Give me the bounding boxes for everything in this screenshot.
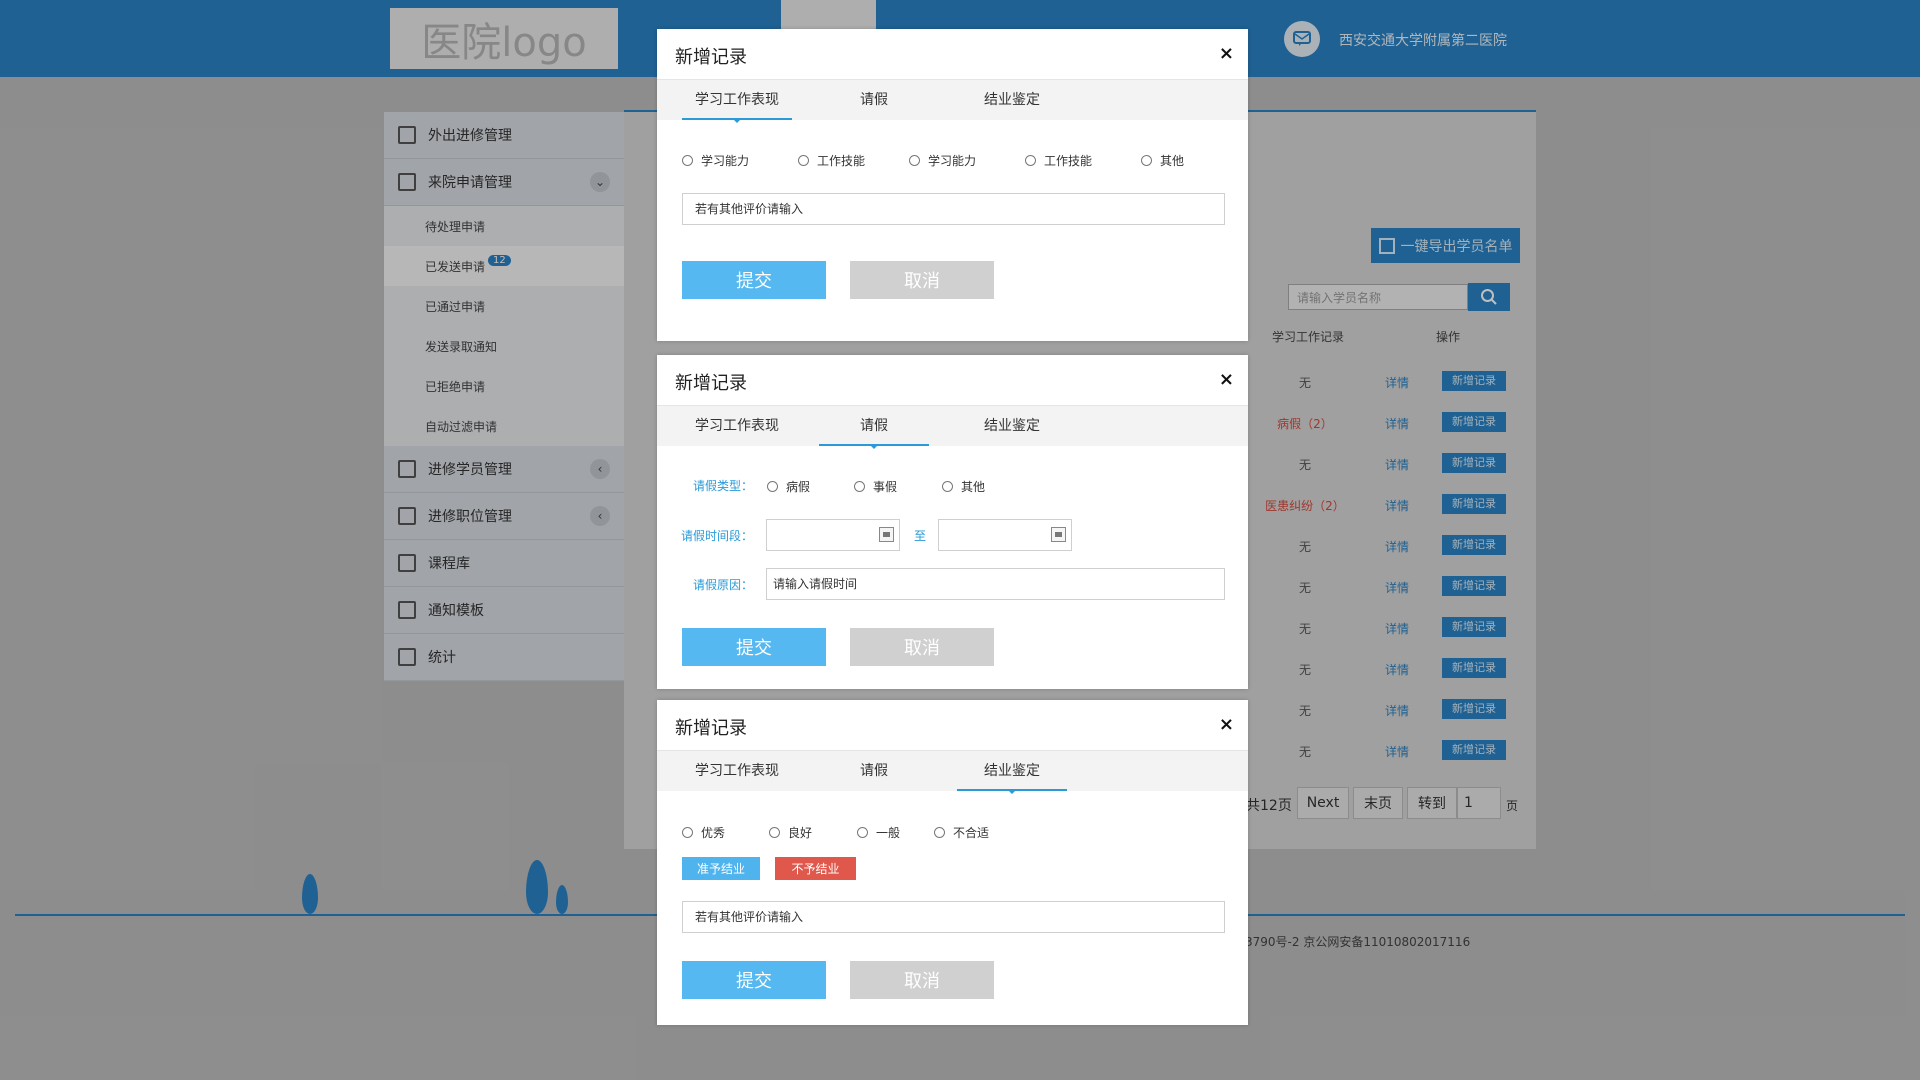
tab-performance[interactable]: 学习工作表现 <box>682 80 792 123</box>
radio-label: 其他 <box>1160 154 1185 168</box>
radio-circle-icon <box>682 155 693 166</box>
tab-performance[interactable]: 学习工作表现 <box>682 751 792 791</box>
tab-graduation[interactable]: 结业鉴定 <box>957 406 1067 446</box>
radio-excellent[interactable]: 优秀 <box>682 824 769 841</box>
dialog-title: 新增记录 <box>675 373 747 394</box>
tab-graduation[interactable]: 结业鉴定 <box>957 751 1067 794</box>
other-evaluation-input[interactable]: 若有其他评价请输入 <box>682 193 1225 225</box>
radio-unsuitable[interactable]: 不合适 <box>934 824 989 841</box>
cancel-button[interactable]: 取消 <box>850 628 994 666</box>
dialog-header: 新增记录 × <box>657 29 1248 80</box>
tab-graduation[interactable]: 结业鉴定 <box>957 80 1067 120</box>
leave-period-label: 请假时间段： <box>681 529 754 543</box>
radio-work-skill-2[interactable]: 工作技能 <box>1025 152 1141 169</box>
add-record-dialog-leave: 新增记录 × 学习工作表现 请假 结业鉴定 请假类型： 病假 事假 其他 请假时… <box>657 355 1248 689</box>
radio-personal-leave[interactable]: 事假 <box>854 478 942 495</box>
close-icon[interactable]: × <box>1219 369 1234 390</box>
radio-label: 不合适 <box>953 826 990 840</box>
approve-graduation-button[interactable]: 准予结业 <box>682 857 760 880</box>
dialog-header: 新增记录 × <box>657 700 1248 751</box>
radio-circle-icon <box>934 827 945 838</box>
dialog-title: 新增记录 <box>675 47 747 68</box>
cancel-button[interactable]: 取消 <box>850 261 994 299</box>
radio-good[interactable]: 良好 <box>769 824 857 841</box>
radio-label: 工作技能 <box>1044 154 1093 168</box>
dialog-tabs: 学习工作表现 请假 结业鉴定 <box>657 406 1248 449</box>
tab-leave[interactable]: 请假 <box>819 751 929 791</box>
tab-leave[interactable]: 请假 <box>819 406 929 449</box>
close-icon[interactable]: × <box>1219 714 1234 735</box>
radio-label: 学习能力 <box>701 154 750 168</box>
radio-circle-icon <box>682 827 693 838</box>
cancel-button[interactable]: 取消 <box>850 961 994 999</box>
leave-reason-label: 请假原因： <box>693 578 754 592</box>
radio-label: 工作技能 <box>817 154 866 168</box>
radio-circle-icon <box>854 481 865 492</box>
radio-circle-icon <box>857 827 868 838</box>
radio-other[interactable]: 其他 <box>1141 152 1184 169</box>
leave-start-date-input[interactable] <box>766 519 900 551</box>
radio-label: 其他 <box>961 480 986 494</box>
leave-end-date-input[interactable] <box>938 519 1072 551</box>
leave-type-label: 请假类型： <box>693 479 754 493</box>
reject-graduation-button[interactable]: 不予结业 <box>775 857 856 880</box>
submit-button[interactable]: 提交 <box>682 961 826 999</box>
tab-performance[interactable]: 学习工作表现 <box>682 406 792 446</box>
radio-circle-icon <box>942 481 953 492</box>
radio-circle-icon <box>798 155 809 166</box>
radio-label: 学习能力 <box>928 154 977 168</box>
radio-circle-icon <box>1141 155 1152 166</box>
radio-average[interactable]: 一般 <box>857 824 934 841</box>
radio-circle-icon <box>769 827 780 838</box>
close-icon[interactable]: × <box>1219 43 1234 64</box>
dialog-tabs: 学习工作表现 请假 结业鉴定 <box>657 751 1248 794</box>
leave-reason-input[interactable]: 请输入请假时间 <box>766 568 1225 600</box>
radio-learning-ability-2[interactable]: 学习能力 <box>909 152 1025 169</box>
dialog-header: 新增记录 × <box>657 355 1248 406</box>
calendar-icon[interactable] <box>879 527 894 542</box>
radio-sick-leave[interactable]: 病假 <box>767 478 854 495</box>
radio-label: 一般 <box>876 826 901 840</box>
radio-label: 事假 <box>873 480 898 494</box>
tab-leave[interactable]: 请假 <box>819 80 929 120</box>
radio-label: 优秀 <box>701 826 726 840</box>
radio-other-leave[interactable]: 其他 <box>942 478 985 495</box>
leave-type-options: 病假 事假 其他 <box>767 478 985 495</box>
radio-label: 良好 <box>788 826 813 840</box>
other-evaluation-input[interactable]: 若有其他评价请输入 <box>682 901 1225 933</box>
submit-button[interactable]: 提交 <box>682 628 826 666</box>
radio-circle-icon <box>1025 155 1036 166</box>
dialog-tabs: 学习工作表现 请假 结业鉴定 <box>657 80 1248 123</box>
radio-circle-icon <box>767 481 778 492</box>
dialog-title: 新增记录 <box>675 718 747 739</box>
radio-learning-ability[interactable]: 学习能力 <box>682 152 798 169</box>
grade-options: 优秀 良好 一般 不合适 <box>682 824 989 841</box>
to-label: 至 <box>914 529 927 543</box>
add-record-dialog-graduation: 新增记录 × 学习工作表现 请假 结业鉴定 优秀 良好 一般 不合适 准予结业 … <box>657 700 1248 1025</box>
performance-options: 学习能力 工作技能 学习能力 工作技能 其他 <box>682 152 1184 169</box>
radio-label: 病假 <box>786 480 811 494</box>
radio-circle-icon <box>909 155 920 166</box>
calendar-icon[interactable] <box>1051 527 1066 542</box>
submit-button[interactable]: 提交 <box>682 261 826 299</box>
add-record-dialog-performance: 新增记录 × 学习工作表现 请假 结业鉴定 学习能力 工作技能 学习能力 工作技… <box>657 29 1248 341</box>
radio-work-skill[interactable]: 工作技能 <box>798 152 909 169</box>
